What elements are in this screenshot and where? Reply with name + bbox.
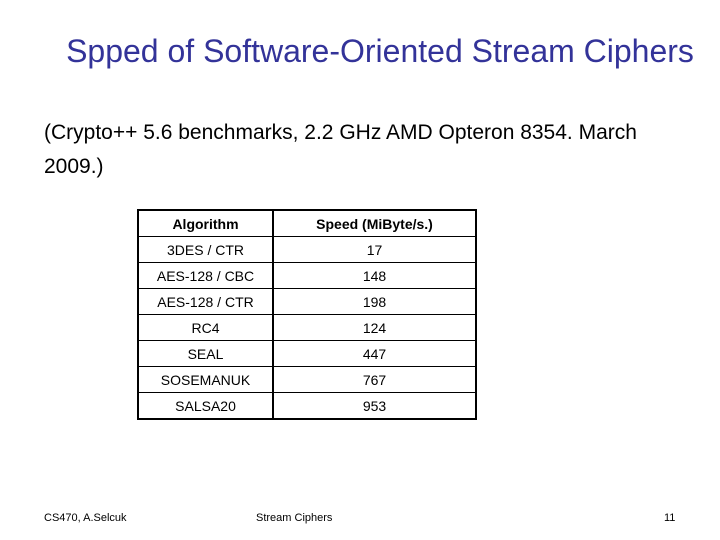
table-row: 3DES / CTR 17 xyxy=(137,236,477,263)
table-row: AES-128 / CBC 148 xyxy=(137,262,477,289)
table-row: RC4 124 xyxy=(137,314,477,341)
cell-speed: 124 xyxy=(272,314,477,341)
table-row: SEAL 447 xyxy=(137,340,477,367)
table-row: AES-128 / CTR 198 xyxy=(137,288,477,315)
header-algorithm: Algorithm xyxy=(137,209,274,237)
cell-speed: 953 xyxy=(272,392,477,420)
cell-algorithm: SALSA20 xyxy=(137,392,274,420)
table-header-row: Algorithm Speed (MiByte/s.) xyxy=(137,209,477,237)
cell-algorithm: AES-128 / CTR xyxy=(137,288,274,315)
table-row: SALSA20 953 xyxy=(137,392,477,420)
cell-speed: 447 xyxy=(272,340,477,367)
cell-algorithm: 3DES / CTR xyxy=(137,236,274,263)
cell-speed: 198 xyxy=(272,288,477,315)
cell-speed: 17 xyxy=(272,236,477,263)
footer-topic: Stream Ciphers xyxy=(256,512,333,524)
slide-title: Spped of Software-Oriented Stream Cipher… xyxy=(66,33,694,69)
header-speed: Speed (MiByte/s.) xyxy=(272,209,477,237)
cell-speed: 767 xyxy=(272,366,477,393)
cell-speed: 148 xyxy=(272,262,477,289)
cell-algorithm: RC4 xyxy=(137,314,274,341)
benchmark-table: Algorithm Speed (MiByte/s.) 3DES / CTR 1… xyxy=(137,209,477,420)
footer-author: CS470, A.Selcuk xyxy=(44,512,127,524)
page-number: 11 xyxy=(664,512,676,524)
slide-subtitle: (Crypto++ 5.6 benchmarks, 2.2 GHz AMD Op… xyxy=(44,121,637,178)
cell-algorithm: SEAL xyxy=(137,340,274,367)
cell-algorithm: AES-128 / CBC xyxy=(137,262,274,289)
table-row: SOSEMANUK 767 xyxy=(137,366,477,393)
cell-algorithm: SOSEMANUK xyxy=(137,366,274,393)
